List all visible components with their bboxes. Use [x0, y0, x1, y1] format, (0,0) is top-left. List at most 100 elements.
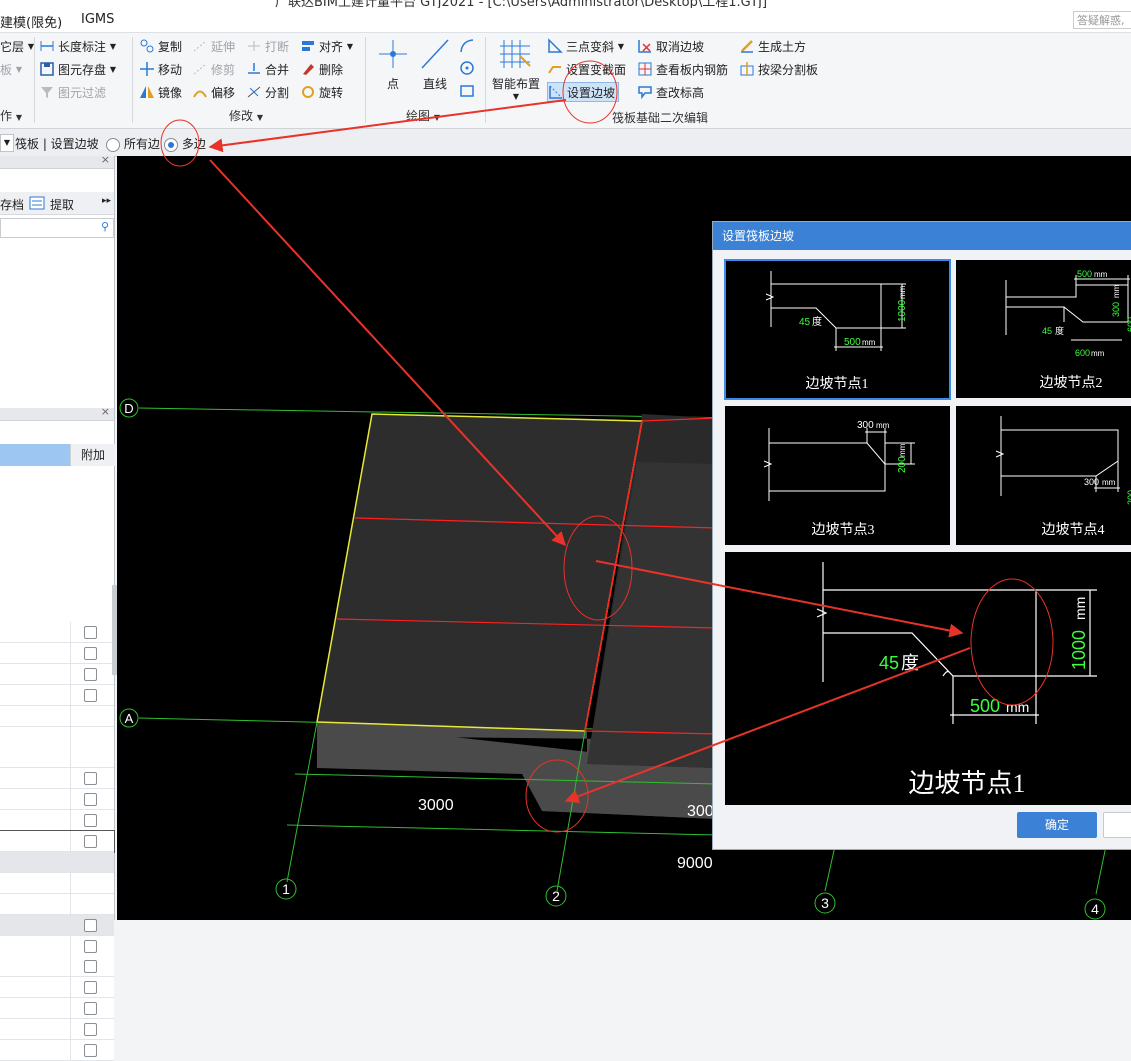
slope-node-1[interactable]: 45 度 500 mm 1000 mm 边坡节点1: [724, 259, 951, 400]
chevron-down-icon[interactable]: ▼: [0, 134, 14, 152]
attach-checkbox[interactable]: [84, 772, 97, 786]
table-row[interactable]: [0, 977, 114, 999]
table-row[interactable]: [0, 684, 114, 706]
table-row[interactable]: [0, 851, 114, 873]
offset-button[interactable]: 偏移: [192, 82, 235, 102]
table-row[interactable]: [0, 789, 114, 811]
mirror-button[interactable]: 镜像: [139, 82, 182, 102]
smart-layout-button[interactable]: 智能布置 ▼: [490, 36, 542, 101]
close-icon[interactable]: ×: [101, 153, 110, 166]
circle-button[interactable]: [458, 59, 476, 80]
cancel-edge-slope-button[interactable]: 取消边坡: [637, 36, 704, 56]
save-archive-button[interactable]: 存档: [0, 196, 24, 213]
table-row[interactable]: [0, 956, 114, 978]
help-search-input[interactable]: 答疑解惑,: [1073, 11, 1131, 29]
node-4-diagram: 300 mm 200 边坡节点4: [995, 416, 1131, 538]
three-pt-slope-button[interactable]: 三点变斜 ▼: [547, 36, 624, 56]
check-elev-button[interactable]: 查改标高: [637, 82, 704, 102]
table-row[interactable]: [0, 726, 114, 748]
menu-modeling[interactable]: 建模(限免): [0, 12, 62, 31]
attach-checkbox[interactable]: [84, 960, 97, 974]
trim-button[interactable]: 修剪: [192, 59, 235, 79]
set-section-button[interactable]: 设置变截面: [547, 59, 626, 79]
table-row[interactable]: [0, 768, 114, 790]
length-dim-button[interactable]: 长度标注 ▼: [39, 36, 116, 56]
radio-all-edges[interactable]: 所有边: [106, 135, 160, 152]
save-icon: [39, 61, 55, 77]
table-row[interactable]: [0, 622, 114, 643]
gen-earthwork-button[interactable]: 生成土方: [739, 36, 806, 56]
board-button[interactable]: 板 ▼: [0, 59, 22, 79]
preview-height: 1000: [1069, 630, 1089, 670]
svg-text:500: 500: [1077, 269, 1092, 279]
delete-button[interactable]: 删除: [300, 59, 343, 79]
extend-button[interactable]: 延伸: [192, 36, 235, 56]
set-section-label: 设置变截面: [566, 62, 627, 77]
search-icon: ⚲: [100, 220, 109, 233]
split-button[interactable]: 分割: [246, 82, 289, 102]
extract-button[interactable]: 提取: [50, 196, 74, 213]
filter-input[interactable]: ⚲: [0, 218, 114, 238]
table-row[interactable]: [0, 1019, 114, 1041]
attach-checkbox[interactable]: [84, 939, 97, 953]
extract-icon: [29, 195, 45, 214]
attach-checkbox[interactable]: [84, 1044, 97, 1057]
attach-checkbox[interactable]: [84, 667, 97, 681]
attach-checkbox[interactable]: [84, 1023, 97, 1037]
align-button[interactable]: 对齐 ▼: [300, 36, 353, 56]
set-edge-slope-button[interactable]: 设置边坡: [547, 82, 620, 102]
grid-line-4: [1095, 845, 1107, 895]
ok-button[interactable]: 确定: [1017, 812, 1097, 838]
close-icon[interactable]: ×: [101, 405, 110, 418]
table-row[interactable]: [0, 998, 114, 1020]
attach-checkbox[interactable]: [84, 814, 97, 828]
chevron-down-icon: ▼: [617, 41, 624, 51]
table-row[interactable]: [0, 663, 114, 685]
cancel-button[interactable]: [1103, 812, 1131, 838]
table-row[interactable]: [0, 872, 114, 894]
slope-node-4[interactable]: 300 mm 200 边坡节点4: [956, 406, 1131, 545]
move-button[interactable]: 移动: [139, 59, 182, 79]
preview-label: 边坡节点1: [908, 769, 1025, 798]
table-row[interactable]: [0, 935, 114, 957]
layer-button[interactable]: 它层 ▼: [0, 36, 34, 56]
attach-checkbox[interactable]: [84, 793, 97, 807]
slope-node-2[interactable]: 500 mm 45 度 600 mm 300 mm 600 边坡节点2: [956, 260, 1131, 398]
rect-button[interactable]: [458, 82, 476, 103]
point-button[interactable]: 点: [378, 36, 408, 92]
attach-checkbox[interactable]: [84, 646, 97, 660]
table-row[interactable]: [0, 1040, 114, 1061]
svg-text:1000: 1000: [897, 299, 908, 322]
attach-checkbox[interactable]: [84, 626, 97, 639]
table-row[interactable]: [0, 642, 114, 664]
attach-checkbox[interactable]: [84, 688, 97, 702]
copy-button[interactable]: 复制: [139, 36, 182, 56]
table-row[interactable]: [0, 705, 114, 727]
table-row[interactable]: [0, 830, 115, 853]
view-rebar-button[interactable]: 查看板内钢筋: [637, 59, 728, 79]
rotate-button[interactable]: 旋转: [300, 82, 343, 102]
radio-multi-edges[interactable]: 多边: [164, 135, 206, 152]
attach-checkbox[interactable]: [84, 835, 97, 848]
slope-node-3[interactable]: 300 mm 200 mm 边坡节点3: [725, 406, 950, 545]
table-row[interactable]: [0, 893, 114, 915]
save-elem-button[interactable]: 图元存盘 ▼: [39, 59, 116, 79]
attach-checkbox[interactable]: [84, 981, 97, 995]
attach-checkbox[interactable]: [84, 1002, 97, 1016]
more-icon[interactable]: ▸▸: [102, 196, 111, 206]
arc-button[interactable]: [458, 37, 476, 58]
attach-checkbox[interactable]: [84, 918, 97, 932]
table-row[interactable]: [0, 914, 114, 936]
table-row[interactable]: [0, 747, 114, 769]
merge-button[interactable]: 合并: [246, 59, 289, 79]
mirror-icon: [139, 84, 155, 100]
filter-elem-button[interactable]: 图元过滤: [39, 82, 106, 102]
break-button[interactable]: 打断: [246, 36, 289, 56]
node-3-label: 边坡节点3: [812, 522, 875, 538]
table-row[interactable]: [0, 810, 114, 832]
line-button[interactable]: 直线: [418, 36, 452, 92]
dimension-line: [286, 824, 718, 836]
radio-multi-edges-label: 多边: [181, 137, 206, 151]
split-by-beam-button[interactable]: 按梁分割板: [739, 59, 818, 79]
menu-igms[interactable]: IGMS: [81, 12, 114, 27]
